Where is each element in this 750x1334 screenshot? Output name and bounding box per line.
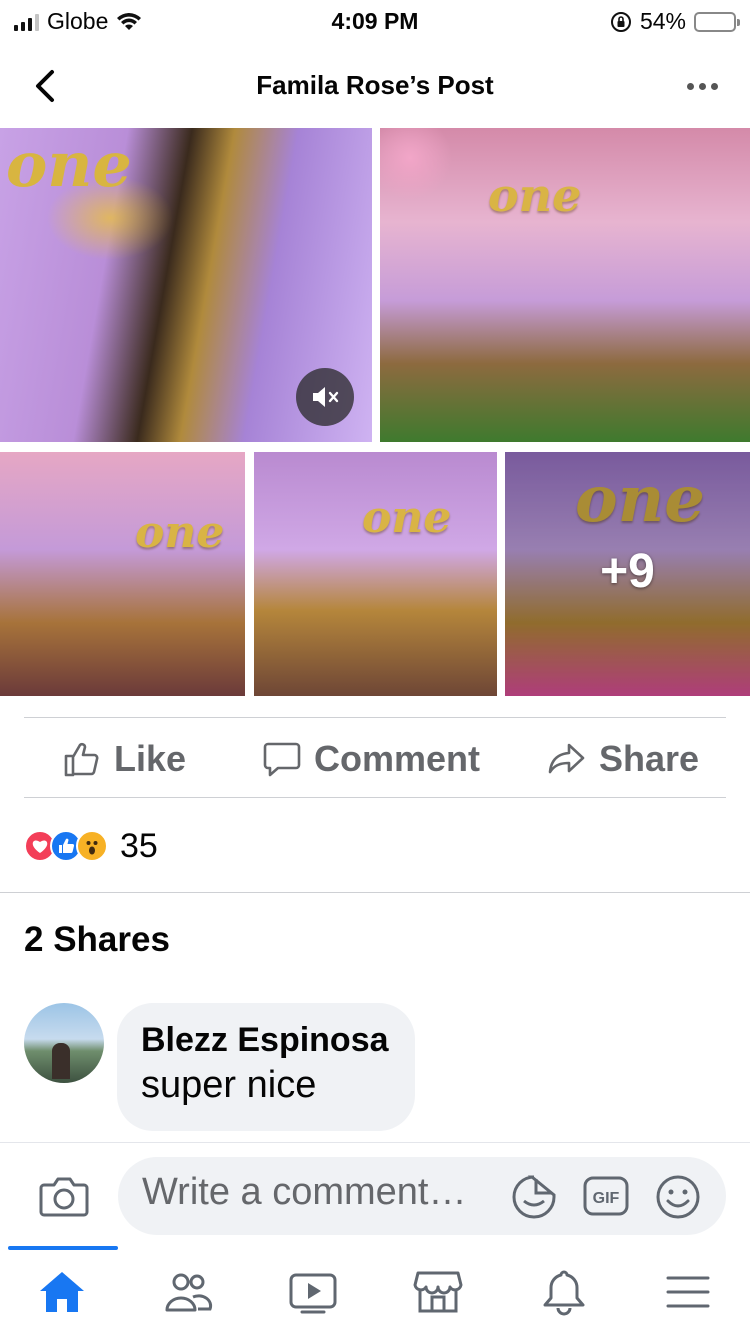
comment-author[interactable]: Blezz Espinosa bbox=[141, 1021, 391, 1060]
notifications-icon[interactable] bbox=[536, 1264, 592, 1320]
status-bar: Globe 4:09 PM 54% bbox=[0, 0, 750, 42]
thumbs-up-icon bbox=[64, 742, 99, 777]
friends-icon[interactable] bbox=[160, 1264, 216, 1320]
one-balloon-art: one bbox=[362, 492, 452, 543]
orientation-lock-icon bbox=[610, 11, 631, 32]
battery-icon bbox=[694, 11, 740, 32]
comment-bubble-icon bbox=[263, 742, 301, 777]
comment-bubble[interactable]: Blezz Espinosa super nice bbox=[117, 1003, 415, 1131]
divider bbox=[0, 892, 750, 893]
divider bbox=[24, 717, 726, 718]
status-right: 54% bbox=[610, 8, 740, 35]
post-photo-more[interactable]: one +9 bbox=[505, 452, 750, 696]
avatar[interactable] bbox=[24, 1003, 104, 1083]
post-photo[interactable]: one bbox=[0, 452, 245, 696]
wow-reaction-icon bbox=[76, 830, 108, 862]
share-label: Share bbox=[599, 738, 700, 779]
comment-button[interactable]: Comment bbox=[262, 730, 480, 788]
share-arrow-icon bbox=[548, 743, 585, 774]
one-balloon-art: one bbox=[6, 128, 132, 201]
gif-icon[interactable]: GIF bbox=[582, 1173, 630, 1219]
one-balloon-art: one bbox=[135, 507, 225, 558]
marketplace-icon[interactable] bbox=[410, 1264, 466, 1320]
reaction-count: 35 bbox=[120, 826, 158, 865]
watch-icon[interactable] bbox=[285, 1264, 341, 1320]
bottom-nav bbox=[0, 1246, 750, 1334]
comment-label: Comment bbox=[314, 738, 481, 779]
like-label: Like bbox=[114, 738, 187, 779]
more-photos-count: +9 bbox=[600, 545, 655, 598]
more-options-icon[interactable] bbox=[682, 72, 722, 100]
comment-text: super nice bbox=[141, 1064, 317, 1106]
shares-count[interactable]: 2 Shares bbox=[24, 920, 170, 960]
divider bbox=[24, 797, 726, 798]
muted-speaker-icon[interactable] bbox=[296, 368, 354, 426]
active-tab-indicator bbox=[8, 1246, 118, 1250]
sticker-icon[interactable] bbox=[510, 1173, 558, 1221]
post-photo[interactable]: one bbox=[254, 452, 497, 696]
like-button[interactable]: Like bbox=[62, 730, 186, 788]
home-icon[interactable] bbox=[34, 1264, 90, 1320]
one-balloon-art: one bbox=[488, 168, 582, 222]
battery-percent: 54% bbox=[639, 8, 686, 34]
post-header: Famila Rose’s Post bbox=[0, 48, 750, 124]
page-title: Famila Rose’s Post bbox=[256, 70, 494, 100]
menu-icon[interactable] bbox=[660, 1264, 716, 1320]
emoji-icon[interactable] bbox=[654, 1173, 702, 1221]
reactions-summary[interactable]: 35 bbox=[24, 826, 158, 866]
comment-placeholder: Write a comment… bbox=[142, 1171, 467, 1213]
svg-text:GIF: GIF bbox=[593, 1190, 620, 1207]
camera-icon[interactable] bbox=[38, 1169, 90, 1221]
share-button[interactable]: Share bbox=[547, 730, 699, 788]
post-photo[interactable]: one bbox=[380, 128, 750, 442]
comment-composer: Write a comment… GIF bbox=[0, 1142, 750, 1246]
